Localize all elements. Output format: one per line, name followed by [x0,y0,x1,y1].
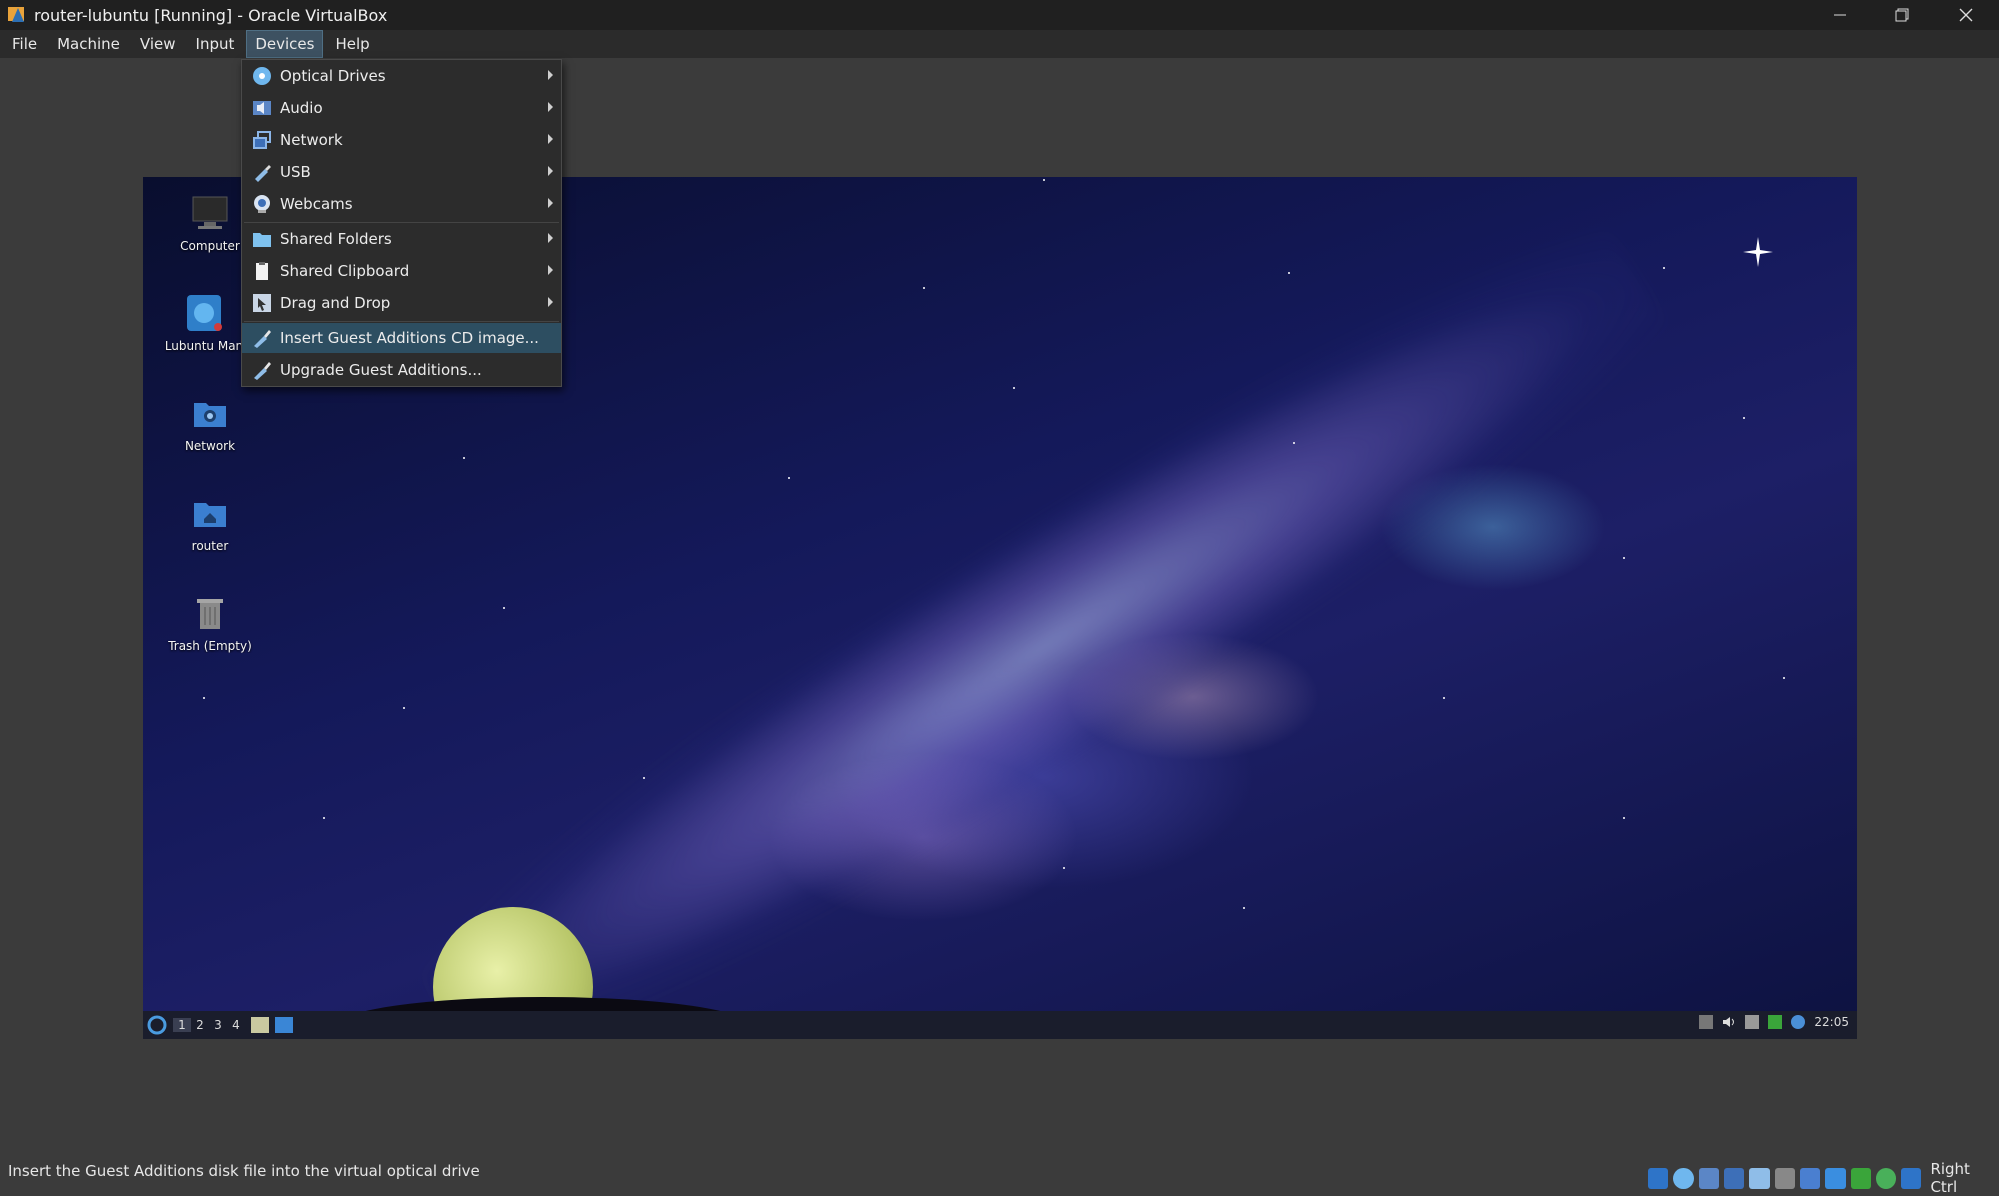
menu-item-upgrade-guest-additions[interactable]: Upgrade Guest Additions... [242,355,561,385]
hard-disk-status-icon[interactable] [1648,1167,1669,1189]
show-desktop-icon[interactable] [275,1017,293,1033]
title-bar: router-lubuntu [Running] - Oracle Virtua… [0,0,1999,30]
menu-item-label: Webcams [280,195,353,213]
menu-item-usb[interactable]: USB [242,157,561,187]
optical-drive-status-icon[interactable] [1673,1167,1694,1189]
desktop-label-lubuntu-manual: Lubuntu Man [164,339,244,353]
system-tray: 22:05 [1699,1015,1849,1029]
menu-item-audio[interactable]: Audio [242,93,561,123]
keyboard-capture-icon[interactable] [1901,1167,1922,1189]
desktop-icon-router[interactable]: router [165,493,255,553]
usb-icon [252,162,272,182]
submenu-arrow-icon [548,297,553,307]
file-manager-launcher-icon[interactable] [251,1017,269,1033]
menu-bar: File Machine View Input Devices Help [0,30,1999,58]
window-title: router-lubuntu [Running] - Oracle Virtua… [34,5,388,25]
menu-item-label: Insert Guest Additions CD image... [280,329,539,347]
minimize-button[interactable] [1810,0,1870,30]
menu-item-shared-folders[interactable]: Shared Folders [242,224,561,254]
usb-status-icon[interactable] [1749,1167,1770,1189]
menu-file[interactable]: File [4,31,45,57]
webcam-icon [252,194,272,214]
menu-item-optical-drives[interactable]: Optical Drives [242,61,561,91]
submenu-arrow-icon [548,233,553,243]
desktop-label-network: Network [184,439,236,453]
lubuntu-manual-icon [184,293,224,333]
milky-way-wallpaper [391,182,1695,1039]
menu-help[interactable]: Help [327,31,377,57]
status-message: Insert the Guest Additions disk file int… [8,1162,480,1180]
desktop-icon-lubuntu-manual[interactable]: Lubuntu Man [159,293,249,353]
tray-info-icon[interactable] [1791,1015,1806,1029]
recording-status-icon[interactable] [1825,1167,1846,1189]
desktop-label-trash: Trash (Empty) [168,639,252,653]
virtualbox-app-icon [6,4,28,26]
menu-item-label: Shared Folders [280,230,392,248]
submenu-arrow-icon [548,102,553,112]
computer-icon [190,193,230,233]
workspace-4[interactable]: 4 [227,1018,245,1032]
menu-item-label: Network [280,131,343,149]
close-button[interactable] [1936,0,1996,30]
desktop-icon-network[interactable]: Network [165,393,255,453]
network-status-icon[interactable] [1723,1167,1745,1189]
menu-item-label: Drag and Drop [280,294,391,312]
submenu-arrow-icon [548,166,553,176]
optical-disc-icon [252,66,272,86]
menu-item-label: Upgrade Guest Additions... [280,361,482,379]
menu-separator [244,321,559,322]
menu-separator [244,222,559,223]
lubuntu-start-menu-icon[interactable] [147,1015,167,1035]
menu-item-insert-guest-additions[interactable]: Insert Guest Additions CD image... [242,323,561,353]
restore-button[interactable] [1872,0,1932,30]
menu-item-label: Shared Clipboard [280,262,410,280]
menu-view[interactable]: View [132,31,184,57]
bright-star-decoration [1743,237,1773,267]
host-key-label: Right Ctrl [1930,1160,1970,1196]
shared-folders-status-icon[interactable] [1774,1167,1795,1189]
tray-volume-icon[interactable] [1722,1015,1736,1029]
menu-item-drag-and-drop[interactable]: Drag and Drop [242,288,561,318]
display-status-icon[interactable] [1799,1167,1821,1189]
devices-dropdown-menu: Optical Drives Audio Network USB Webcams… [241,59,562,387]
menu-item-label: Optical Drives [280,67,386,85]
submenu-arrow-icon [548,70,553,80]
mouse-integration-status-icon[interactable] [1875,1167,1897,1189]
submenu-arrow-icon [548,134,553,144]
drag-drop-icon [252,293,272,313]
guest-additions-icon [252,360,272,380]
desktop-label-router: router [191,539,229,553]
shared-folder-icon [252,229,272,249]
guest-taskbar: 1 2 3 4 22:05 [143,1011,1857,1039]
home-folder-icon [190,493,230,533]
menu-item-shared-clipboard[interactable]: Shared Clipboard [242,256,561,286]
menu-devices[interactable]: Devices [246,30,324,58]
submenu-arrow-icon [548,265,553,275]
guest-additions-icon [252,328,272,348]
status-indicators: Right Ctrl [1648,1160,1999,1196]
clipboard-icon [252,261,272,281]
menu-item-label: USB [280,163,311,181]
status-bar: Insert the Guest Additions disk file int… [0,1157,1999,1196]
workspace-3[interactable]: 3 [209,1018,227,1032]
cpu-status-icon[interactable] [1850,1167,1871,1189]
tray-update-icon[interactable] [1699,1015,1714,1029]
workspace-2[interactable]: 2 [191,1018,209,1032]
tray-package-icon[interactable] [1768,1015,1783,1029]
network-icon [252,130,272,150]
tray-network-icon[interactable] [1745,1015,1760,1029]
menu-item-network[interactable]: Network [242,125,561,155]
tray-clock[interactable]: 22:05 [1814,1015,1849,1029]
desktop-icon-trash[interactable]: Trash (Empty) [165,593,255,653]
workspace-1[interactable]: 1 [173,1018,191,1032]
menu-item-label: Audio [280,99,323,117]
menu-machine[interactable]: Machine [49,31,128,57]
audio-status-icon[interactable] [1698,1167,1719,1189]
submenu-arrow-icon [548,198,553,208]
trash-icon [190,593,230,633]
menu-input[interactable]: Input [188,31,243,57]
audio-icon [252,98,272,118]
menu-item-webcams[interactable]: Webcams [242,189,561,219]
network-folder-icon [190,393,230,433]
